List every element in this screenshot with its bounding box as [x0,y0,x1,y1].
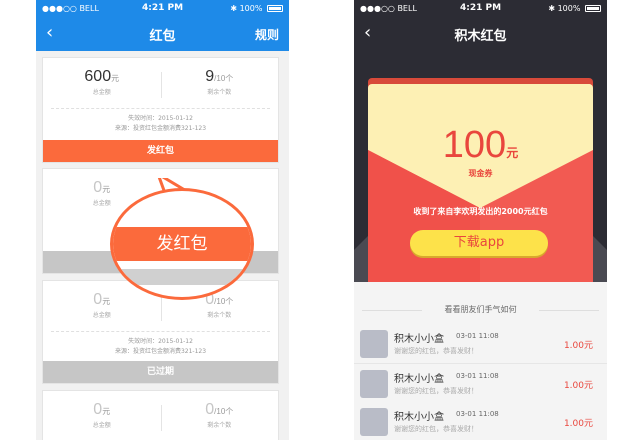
friends-section-title: 看看朋友们手气如何 [354,304,607,315]
battery-status: ✱ 100% [230,4,283,13]
dashed-separator [51,331,270,332]
card-stats: 600元 总金额 9/10个 剩余个数 [43,68,278,104]
count-total: /10个 [214,407,234,416]
expired-status-bar: 已过期 [43,361,278,383]
friend-amount: 1.00元 [563,419,593,429]
count-label: 剩余个数 [207,422,232,429]
avatar [360,330,388,358]
avatar [360,370,388,398]
friend-name: 积木小小盒 [394,374,444,385]
page-title: 红包 [149,29,176,44]
magnifier-circle: 发红包 [110,188,254,300]
friend-time: 03-01 11:08 [456,332,499,340]
envelope-message: 收到了来自李欢玥发出的2000元红包 [413,207,548,216]
count-label: 剩余个数 [207,89,232,96]
friends-section: 看看朋友们手气如何 积木小小盒 03-01 11:08 谢谢您的红包，恭喜发财！… [354,282,607,440]
red-envelope: 收到了来自李欢玥发出的2000元红包 下载app [368,150,593,282]
coupon-scallop-edge [368,84,593,89]
amount-value: 0 [93,179,103,196]
list-item: 积木小小盒 03-01 11:08 谢谢您的红包，恭喜发财！ 1.00元 [354,364,607,404]
amount-label: 总金额 [92,422,111,429]
magnifier-callout: 发红包 [108,178,258,300]
remaining-count: 0/10个 剩余个数 [161,401,279,429]
total-amount: 600元 总金额 [43,68,161,96]
magnified-send-button: 发红包 [113,227,251,261]
send-redpacket-button[interactable]: 发红包 [43,140,278,162]
amount-value: 0 [93,401,103,418]
source-text: 来源：投资红包金额消费321-123 [114,125,207,132]
friend-message: 谢谢您的红包，恭喜发财！ [394,347,478,355]
expiry-date: 失效时间：2015-01-12 [128,115,193,122]
count-value: 0 [205,401,215,418]
friend-amount: 1.00元 [563,381,593,391]
nav-bar: ‹ 红包 规则 [36,17,289,51]
count-label: 剩余个数 [207,312,232,319]
friend-time: 03-01 11:08 [456,372,499,380]
card-info: 失效时间：2015-01-12 来源：投资红包金额消费321-123 [43,114,278,134]
source-text: 来源：投资红包金额消费321-123 [114,348,207,355]
list-item: 积木小小盒 03-01 11:08 谢谢您的红包，恭喜发财！ 1.00元 [354,402,607,440]
amount-value: 600 [84,68,112,85]
amount-value: 0 [93,291,103,308]
battery-percent: 100% [239,4,263,13]
redpacket-share-screen: ●●●○○ BELL 4:21 PM ✱ 100% ‹ 积木红包 100元 现金… [354,0,607,440]
total-amount: 0元 总金额 [43,401,161,429]
amount-label: 总金额 [92,312,111,319]
friend-message: 谢谢您的红包，恭喜发财！ [394,387,478,395]
friend-message: 谢谢您的红包，恭喜发财！ [394,425,478,433]
amount-unit: 元 [102,407,111,416]
rules-button[interactable]: 规则 [255,26,279,43]
friend-name: 积木小小盒 [394,334,444,345]
friend-name: 积木小小盒 [394,412,444,423]
redpacket-card: 0元 总金额 0/10个 剩余个数 [42,390,279,440]
list-item: 积木小小盒 03-01 11:08 谢谢您的红包，恭喜发财！ 1.00元 [354,324,607,364]
bluetooth-icon: ✱ [230,4,238,13]
friend-amount: 1.00元 [563,341,593,351]
magnified-grey-bar [113,269,251,285]
amount-unit: 元 [111,74,120,83]
card-info: 失效时间：2015-01-12 来源：投资红包金额消费321-123 [43,337,278,357]
status-bar: ●●●○○ BELL 4:21 PM ✱ 100% [36,0,289,17]
card-stats: 0元 总金额 0/10个 剩余个数 [43,401,278,437]
amount-label: 总金额 [92,89,111,96]
friend-time: 03-01 11:08 [456,410,499,418]
count-value: 9 [205,68,215,85]
redpacket-card: 600元 总金额 9/10个 剩余个数 失效时间：2015-01-12 来源：投… [42,57,279,163]
expiry-date: 失效时间：2015-01-12 [128,338,193,345]
dashed-separator [51,108,270,109]
remaining-count: 9/10个 剩余个数 [161,68,279,96]
battery-icon [267,5,283,12]
download-app-button[interactable]: 下载app [410,230,548,256]
avatar [360,408,388,436]
count-total: /10个 [214,74,234,83]
